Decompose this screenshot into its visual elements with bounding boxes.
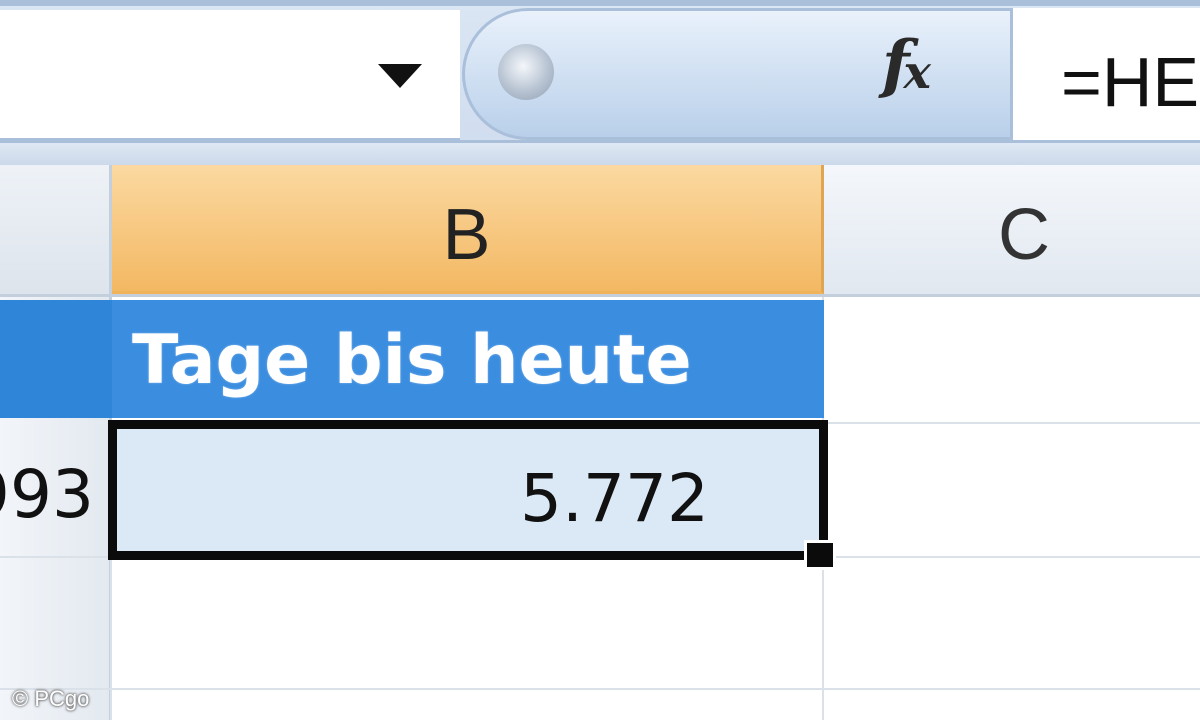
active-cell-b3[interactable]: 5.772 <box>108 420 828 560</box>
ribbon-border <box>0 0 1200 6</box>
gridline <box>824 422 1200 424</box>
cell-a3-text: 993 <box>0 456 94 533</box>
formula-input[interactable]: =HE <box>1010 8 1200 140</box>
insert-function-icon[interactable]: fx <box>882 20 982 110</box>
cell-b3-text: 5.772 <box>520 460 709 537</box>
cell-b2-text: Tage bis heute <box>132 321 692 400</box>
select-all-button[interactable] <box>0 165 112 294</box>
formula-text: =HE <box>1061 43 1200 121</box>
watermark: © PCgo <box>12 686 90 711</box>
formula-bar-divider <box>0 140 1200 165</box>
fill-handle[interactable] <box>804 540 836 570</box>
gridline <box>0 688 1200 690</box>
cell-b2[interactable]: Tage bis heute <box>112 300 824 418</box>
cell-a3[interactable]: 993 <box>0 425 108 555</box>
column-header-c[interactable]: C <box>824 165 1200 294</box>
cell-a2[interactable] <box>0 300 112 418</box>
gridline <box>110 560 112 720</box>
chevron-down-icon[interactable] <box>378 64 422 88</box>
column-header-row: B C <box>0 165 1200 297</box>
resize-grip-icon[interactable] <box>498 44 554 100</box>
column-header-b[interactable]: B <box>112 165 824 294</box>
